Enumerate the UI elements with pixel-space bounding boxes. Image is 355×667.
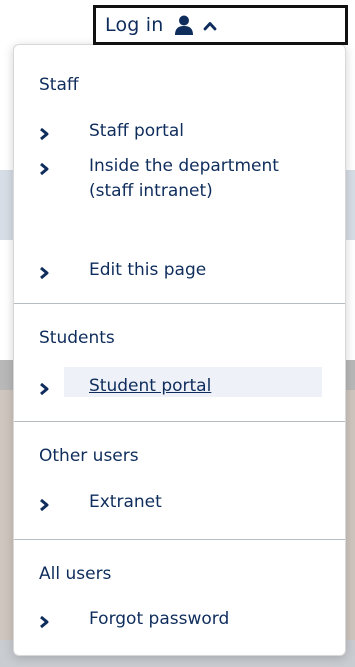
chevron-right-icon	[38, 265, 50, 280]
section-heading-other-users: Other users	[39, 446, 139, 466]
user-icon	[174, 15, 194, 35]
chevron-right-icon	[38, 126, 50, 141]
chevron-right-icon	[38, 614, 50, 629]
chevron-right-icon	[38, 497, 50, 512]
menu-link-staff-intranet[interactable]: Inside the department (staff intranet)	[89, 154, 279, 204]
login-dropdown-menu: Staff Staff portal Inside the department…	[13, 44, 346, 656]
section-divider	[14, 539, 345, 540]
section-heading-students: Students	[39, 328, 115, 348]
menu-link-staff-portal[interactable]: Staff portal	[89, 119, 319, 144]
section-heading-all-users: All users	[39, 564, 112, 584]
login-label: Log in	[105, 14, 164, 36]
chevron-right-icon	[38, 161, 50, 176]
menu-link-extranet[interactable]: Extranet	[89, 490, 319, 515]
menu-link-forgot-password[interactable]: Forgot password	[89, 607, 319, 632]
login-toggle-button[interactable]: Log in	[93, 5, 348, 45]
chevron-right-icon	[38, 381, 50, 396]
menu-link-edit-page[interactable]: Edit this page	[89, 258, 319, 283]
section-divider	[14, 303, 345, 304]
section-heading-staff: Staff	[39, 75, 79, 95]
caret-up-icon	[203, 18, 217, 32]
section-divider	[14, 421, 345, 422]
menu-link-student-portal[interactable]: Student portal	[89, 374, 319, 399]
